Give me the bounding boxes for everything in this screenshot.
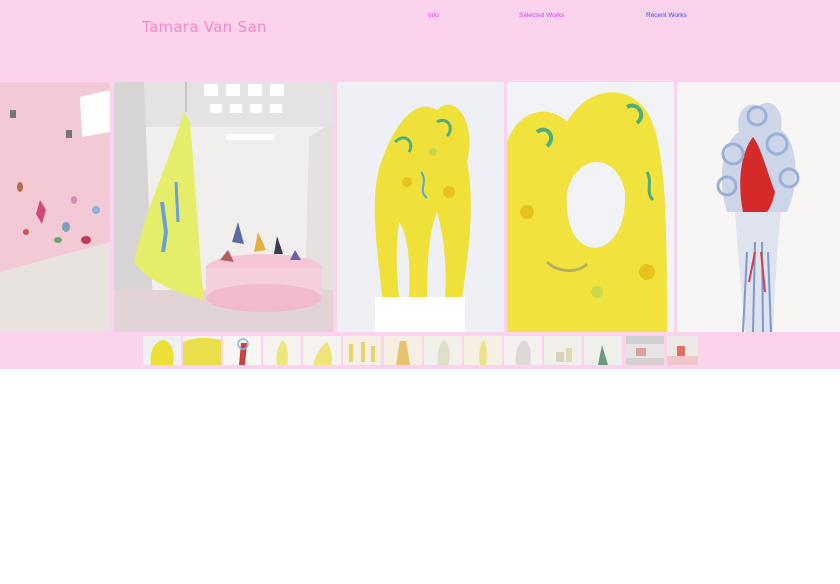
thumbnail[interactable] [223, 336, 261, 365]
gallery-image-red-loop-sculpture[interactable] [677, 82, 840, 332]
thumbnail[interactable] [183, 336, 221, 365]
gallery-image-hanging-textile-and-plinth[interactable] [114, 82, 333, 332]
nav-link-selected-works[interactable]: Selected Works [519, 12, 564, 19]
thumbnail[interactable] [667, 336, 698, 365]
site-header: Tamara Van San Info Selected Works Recen… [0, 0, 840, 82]
thumbnail[interactable] [544, 336, 582, 365]
thumbnail[interactable] [384, 336, 422, 365]
gallery-image-pink-wall-installation[interactable] [0, 82, 110, 332]
thumbnail-strip [0, 332, 840, 369]
thumbnail[interactable] [424, 336, 462, 365]
image-gallery [0, 82, 840, 334]
thumbnail[interactable] [584, 336, 622, 365]
gallery-image-yellow-sculpture-detail[interactable] [507, 82, 674, 332]
thumbnail[interactable] [464, 336, 502, 365]
thumbnail[interactable] [303, 336, 341, 365]
thumbnail[interactable] [143, 336, 181, 365]
nav-link-info[interactable]: Info [428, 12, 439, 19]
gallery-image-yellow-sculpture-full[interactable] [337, 82, 504, 332]
thumbnail[interactable] [504, 336, 542, 365]
site-title[interactable]: Tamara Van San [142, 18, 267, 36]
thumbnail[interactable] [626, 336, 664, 365]
thumbnail[interactable] [263, 336, 301, 365]
thumbnail[interactable] [343, 336, 381, 365]
nav-link-recent-works[interactable]: Recent Works [646, 12, 687, 19]
